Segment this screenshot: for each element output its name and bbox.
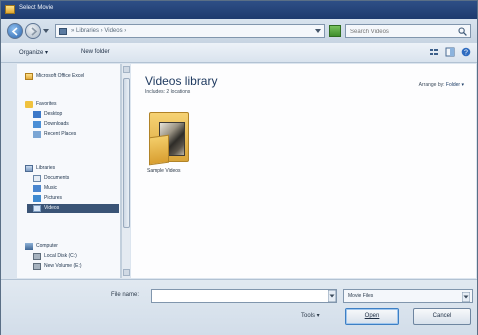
nav-item-desktop[interactable]: Desktop — [27, 110, 119, 119]
library-title: Videos library — [145, 74, 218, 88]
folder-label: Sample Videos — [147, 168, 181, 174]
arrange-by-label: Arrange by: — [418, 82, 445, 88]
nav-item-recent-places[interactable]: Recent Places — [27, 130, 119, 139]
music-icon — [33, 185, 41, 192]
collapse-arrow-icon[interactable] — [19, 102, 23, 107]
disk-icon — [33, 253, 41, 260]
search-input[interactable] — [350, 27, 450, 36]
arrow-right-icon — [31, 27, 38, 36]
file-list-pane: Videos library Includes: 2 locations Arr… — [131, 64, 476, 278]
collapse-arrow-icon[interactable] — [19, 244, 23, 249]
back-button[interactable] — [7, 23, 23, 39]
pictures-icon — [33, 195, 41, 202]
open-button[interactable]: Open — [345, 308, 399, 325]
search-icon[interactable] — [458, 27, 467, 36]
nav-item-local-disk[interactable]: Local Disk (C:) — [27, 252, 119, 261]
svg-text:?: ? — [464, 50, 468, 57]
cancel-button[interactable]: Cancel — [413, 308, 471, 325]
view-controls: ? — [429, 47, 471, 57]
library-icon — [59, 28, 67, 35]
command-toolbar: Organize ▾ New folder ? — [1, 43, 477, 63]
refresh-button[interactable] — [329, 25, 341, 37]
forward-button[interactable] — [25, 23, 41, 39]
recent-places-icon — [33, 131, 41, 138]
recent-pages-chevron-icon[interactable] — [43, 28, 49, 34]
chevron-down-icon — [315, 29, 321, 33]
scroll-down-arrow-icon[interactable] — [123, 269, 130, 276]
address-row: » Libraries › Videos › — [1, 19, 477, 43]
excel-icon — [25, 73, 33, 80]
computer-icon — [25, 243, 33, 250]
disk-icon — [33, 263, 41, 270]
file-name-label: File name: — [111, 292, 140, 298]
breadcrumb: » Libraries › Videos › — [71, 28, 127, 34]
arrange-by-dropdown[interactable]: Folder ▾ — [446, 82, 464, 88]
help-icon[interactable]: ? — [461, 47, 471, 57]
tools-menu[interactable]: Tools ▾ — [301, 312, 320, 319]
nav-item-favorites[interactable]: Favorites — [19, 100, 119, 109]
nav-item-computer[interactable]: Computer — [19, 242, 119, 251]
navigation-scrollbar[interactable] — [121, 64, 130, 278]
nav-item-new-volume[interactable]: New Volume (E:) — [27, 262, 119, 271]
library-locations-link[interactable]: Includes: 2 locations — [145, 89, 190, 95]
window-title: Select Movie — [19, 5, 54, 11]
views-icon[interactable] — [429, 47, 439, 57]
nav-item-videos[interactable]: Videos — [27, 204, 119, 213]
arrow-left-icon — [11, 27, 18, 36]
new-folder-button[interactable]: New folder — [81, 49, 110, 55]
nav-item-downloads[interactable]: Downloads — [27, 120, 119, 129]
nav-item-music[interactable]: Music — [27, 184, 119, 193]
expand-arrow-icon[interactable] — [19, 74, 23, 79]
title-bar[interactable]: Select Movie — [1, 1, 477, 19]
star-icon — [25, 101, 33, 108]
file-name-input[interactable] — [151, 289, 337, 303]
libraries-icon — [25, 165, 33, 172]
videos-icon — [33, 205, 41, 212]
organize-menu[interactable]: Organize ▾ — [19, 49, 48, 56]
chevron-down-icon[interactable] — [328, 290, 336, 302]
address-bar[interactable]: » Libraries › Videos › — [55, 24, 325, 38]
arrange-by: Arrange by: Folder ▾ — [419, 82, 464, 88]
search-box[interactable] — [345, 24, 471, 38]
chevron-down-icon[interactable] — [462, 292, 470, 302]
nav-item-documents[interactable]: Documents — [27, 174, 119, 183]
navigation-pane: Microsoft Office Excel Favorites Desktop… — [17, 64, 121, 278]
documents-icon — [33, 175, 41, 182]
nav-item-libraries[interactable]: Libraries — [19, 164, 119, 173]
preview-pane-icon[interactable] — [445, 47, 455, 57]
app-icon — [5, 5, 15, 14]
collapse-arrow-icon[interactable] — [19, 166, 23, 171]
desktop-icon — [33, 111, 41, 118]
scrollbar-thumb[interactable] — [123, 78, 130, 228]
scroll-up-arrow-icon[interactable] — [123, 66, 130, 73]
file-type-value: Movie Files — [348, 293, 374, 299]
file-type-select[interactable]: Movie Files — [343, 289, 473, 303]
folder-front-icon — [149, 134, 169, 166]
folder-item[interactable]: Sample Videos — [147, 110, 191, 184]
open-file-dialog: Select Movie » Libraries › Videos › Orga… — [0, 0, 478, 335]
nav-item-pictures[interactable]: Pictures — [27, 194, 119, 203]
downloads-icon — [33, 121, 41, 128]
dialog-footer: File name: Movie Files Tools ▾ Open Canc… — [1, 279, 477, 335]
nav-item-excel[interactable]: Microsoft Office Excel — [19, 72, 119, 81]
